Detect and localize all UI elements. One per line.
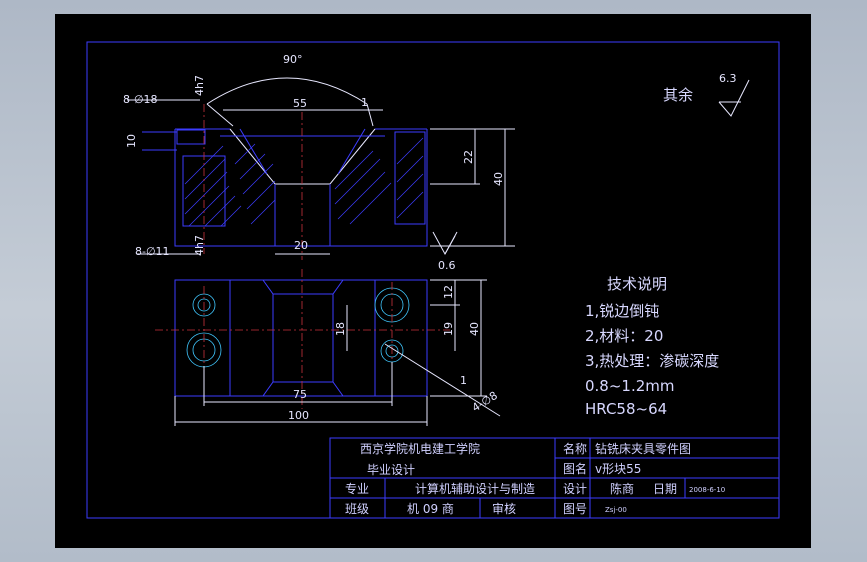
dim-width-55: 55 — [293, 97, 307, 110]
tb-date-label: 日期 — [653, 482, 677, 496]
tb-school: 西京学院机电建工学院 — [360, 441, 480, 456]
front-view — [127, 77, 515, 260]
dim-height-40: 40 — [492, 172, 505, 186]
v-groove — [229, 128, 376, 185]
roughness-value-small: 0.6 — [438, 259, 456, 272]
tb-number-value: Zsj-00 — [605, 506, 627, 514]
dim-depth-top: 4h7 — [193, 75, 206, 96]
tb-designer-label: 设计 — [563, 482, 587, 496]
tb-class-value: 机 09 商 — [407, 501, 454, 516]
tb-name-label: 名称 — [563, 441, 587, 456]
drawing-canvas: 90° 8-∅18 4h7 55 1 10 22 40 8-∅11 4h7 20… — [55, 14, 811, 548]
surface-label: 其余 — [663, 86, 693, 104]
front-outline — [174, 129, 428, 247]
roughness-tick — [444, 235, 456, 255]
notes-line-3: 3,热处理：渗碳深度 — [585, 352, 719, 370]
tb-drawing-label: 图名 — [563, 461, 587, 476]
plan-dim-19-text: 19 — [442, 322, 455, 336]
tb-name-value: 钻铣床夹具零件图 — [595, 441, 691, 456]
hatch-right — [334, 137, 424, 225]
plan-hole-text: 4-∅8 — [470, 389, 500, 415]
plan-groove-top — [262, 279, 344, 295]
tb-date-value: 2008-6-10 — [689, 486, 725, 494]
tb-reviewer-label: 审核 — [492, 501, 516, 516]
plan-dim-18-text: 18 — [334, 322, 347, 336]
plan-chamfer-text: 1 — [460, 374, 467, 387]
dim-angle: 90° — [283, 53, 303, 66]
notes-line-5: HRC58~64 — [585, 400, 667, 418]
dim-hole-top: 8-∅18 — [123, 93, 158, 106]
roughness-symbol-large — [718, 79, 750, 117]
left-boss — [176, 129, 206, 145]
right-hole-section — [394, 131, 426, 225]
notes-line-4: 0.8~1.2mm — [585, 377, 675, 395]
notes-line-2: 2,材料：20 — [585, 327, 663, 345]
tb-drawing-value: v形块55 — [595, 462, 641, 476]
angle-ext-left — [206, 103, 234, 127]
plan-dim-12-text: 12 — [442, 285, 455, 299]
tb-major-value: 计算机辅助设计与制造 — [415, 481, 535, 496]
plan-dim-40-text: 40 — [468, 322, 481, 336]
surface-value: 6.3 — [719, 72, 737, 85]
plan-dim-100-text: 100 — [288, 409, 309, 422]
plan-outline — [174, 279, 428, 397]
dim-hole-bottom: 8-∅11 — [135, 245, 170, 258]
tb-number-label: 图号 — [563, 502, 587, 516]
dim-height-10: 10 — [125, 134, 138, 148]
tb-design-type: 毕业设计 — [367, 463, 415, 477]
angle-arc — [206, 77, 368, 105]
dim-height-22: 22 — [462, 150, 475, 164]
plan-groove — [272, 293, 334, 383]
tb-class-label: 班级 — [345, 502, 369, 516]
dim-chamfer: 1 — [361, 96, 368, 109]
tb-major-label: 专业 — [345, 481, 369, 496]
cad-drawing: 90° 8-∅18 4h7 55 1 10 22 40 8-∅11 4h7 20… — [86, 41, 780, 519]
notes-line-1: 1,锐边倒钝 — [585, 302, 659, 320]
tb-designer-value: 陈商 — [610, 481, 634, 496]
plan-dim-75-text: 75 — [293, 388, 307, 401]
notes-title: 技术说明 — [607, 275, 667, 293]
surface-roughness-note — [718, 79, 750, 117]
roughness-symbol-small — [432, 231, 458, 256]
dim-width-20: 20 — [294, 239, 308, 252]
dim-depth-bottom: 4h7 — [193, 235, 206, 256]
